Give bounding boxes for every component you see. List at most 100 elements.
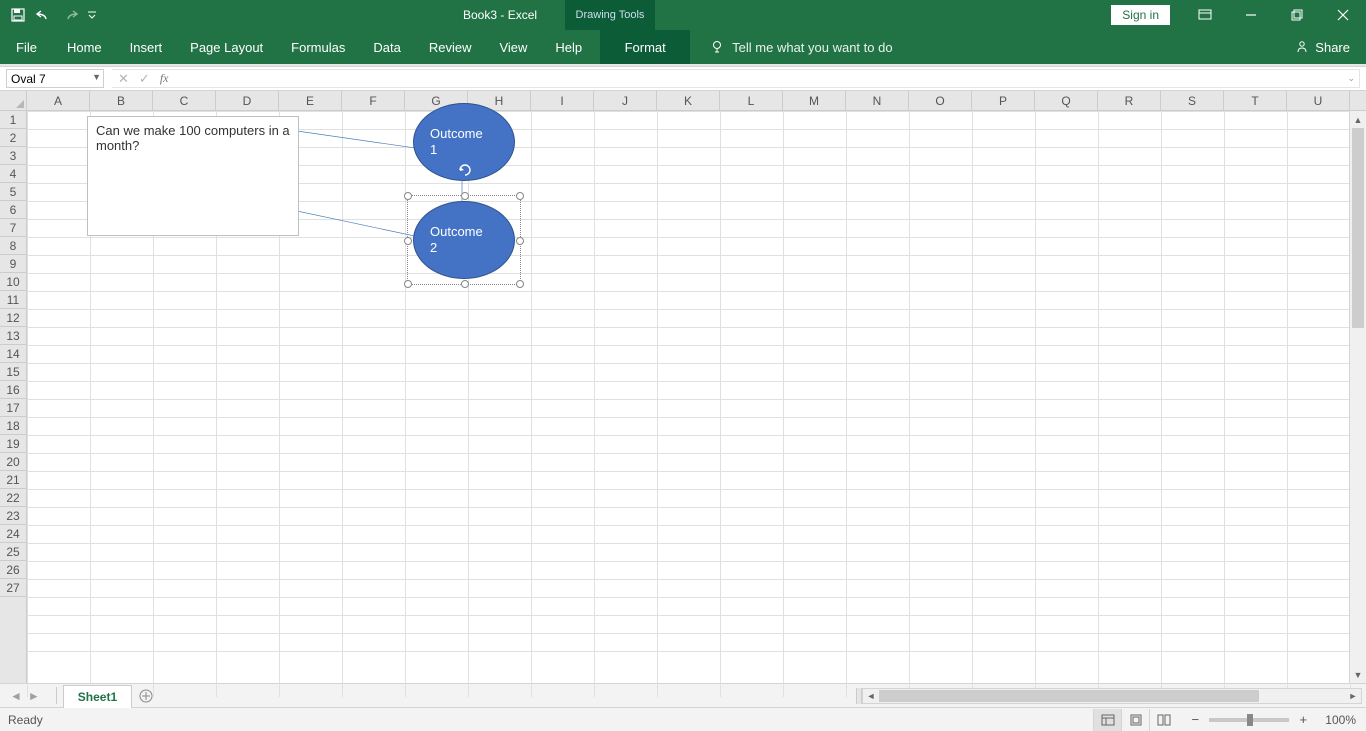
row-header-10[interactable]: 10 — [0, 273, 26, 291]
row-header-2[interactable]: 2 — [0, 129, 26, 147]
ribbon-display-options-button[interactable] — [1182, 0, 1228, 30]
row-header-27[interactable]: 27 — [0, 579, 26, 597]
oval-shape-1[interactable]: Outcome 1 — [413, 103, 515, 181]
sheet-nav-buttons[interactable]: ◄ ► — [0, 684, 50, 707]
scroll-down-arrow[interactable]: ▼ — [1350, 666, 1366, 683]
row-header-14[interactable]: 14 — [0, 345, 26, 363]
share-button[interactable]: Share — [1279, 30, 1366, 64]
tab-insert[interactable]: Insert — [116, 30, 177, 64]
zoom-slider-knob[interactable] — [1247, 714, 1253, 726]
row-header-26[interactable]: 26 — [0, 561, 26, 579]
tab-page-layout[interactable]: Page Layout — [176, 30, 277, 64]
row-header-19[interactable]: 19 — [0, 435, 26, 453]
name-box-dropdown-icon[interactable]: ▼ — [92, 72, 101, 82]
zoom-level[interactable]: 100% — [1325, 713, 1356, 727]
column-headers[interactable]: ABCDEFGHIJKLMNOPQRSTU — [0, 91, 1366, 111]
enter-icon[interactable]: ✓ — [139, 71, 150, 87]
vertical-scrollbar[interactable]: ▲ ▼ — [1349, 111, 1366, 683]
column-header-E[interactable]: E — [279, 91, 342, 110]
horizontal-scrollbar[interactable]: ◄ ► — [862, 688, 1362, 704]
row-header-24[interactable]: 24 — [0, 525, 26, 543]
column-header-F[interactable]: F — [342, 91, 405, 110]
row-header-7[interactable]: 7 — [0, 219, 26, 237]
column-header-R[interactable]: R — [1098, 91, 1161, 110]
vertical-scroll-thumb[interactable] — [1352, 128, 1364, 328]
sheet-nav-prev-icon[interactable]: ◄ — [10, 689, 22, 703]
undo-button[interactable] — [32, 3, 56, 27]
column-header-J[interactable]: J — [594, 91, 657, 110]
name-box[interactable]: Oval 7 ▼ — [6, 69, 104, 88]
tab-formulas[interactable]: Formulas — [277, 30, 359, 64]
row-header-9[interactable]: 9 — [0, 255, 26, 273]
tab-home[interactable]: Home — [53, 30, 116, 64]
column-header-A[interactable]: A — [27, 91, 90, 110]
sheet-nav-next-icon[interactable]: ► — [28, 689, 40, 703]
save-button[interactable] — [6, 3, 30, 27]
row-header-13[interactable]: 13 — [0, 327, 26, 345]
column-header-Q[interactable]: Q — [1035, 91, 1098, 110]
horizontal-scroll-thumb[interactable] — [879, 690, 1259, 702]
select-all-corner[interactable] — [0, 91, 27, 111]
formula-input[interactable]: ⌄ — [174, 69, 1360, 88]
cancel-icon[interactable]: ✕ — [118, 71, 129, 87]
column-header-O[interactable]: O — [909, 91, 972, 110]
sign-in-button[interactable]: Sign in — [1111, 5, 1170, 25]
resize-handle-se[interactable] — [516, 280, 524, 288]
page-layout-view-button[interactable] — [1121, 709, 1149, 731]
close-button[interactable] — [1320, 0, 1366, 30]
cells-area[interactable]: Can we make 100 computers in a month? Ou… — [27, 111, 1366, 683]
maximize-button[interactable] — [1274, 0, 1320, 30]
resize-handle-e[interactable] — [516, 237, 524, 245]
row-header-6[interactable]: 6 — [0, 201, 26, 219]
column-header-C[interactable]: C — [153, 91, 216, 110]
zoom-out-button[interactable]: − — [1187, 712, 1203, 727]
row-header-11[interactable]: 11 — [0, 291, 26, 309]
sheet-tab-active[interactable]: Sheet1 — [63, 685, 132, 708]
column-header-U[interactable]: U — [1287, 91, 1350, 110]
new-sheet-button[interactable] — [132, 684, 160, 707]
scroll-right-arrow[interactable]: ► — [1345, 691, 1361, 701]
minimize-button[interactable] — [1228, 0, 1274, 30]
row-header-1[interactable]: 1 — [0, 111, 26, 129]
column-header-N[interactable]: N — [846, 91, 909, 110]
tab-review[interactable]: Review — [415, 30, 486, 64]
zoom-slider[interactable] — [1209, 718, 1289, 722]
formula-bar-expand-icon[interactable]: ⌄ — [1347, 73, 1355, 84]
tab-help[interactable]: Help — [541, 30, 596, 64]
column-header-P[interactable]: P — [972, 91, 1035, 110]
row-header-15[interactable]: 15 — [0, 363, 26, 381]
insert-function-button[interactable]: fx — [160, 71, 169, 86]
row-header-5[interactable]: 5 — [0, 183, 26, 201]
row-headers[interactable]: 1234567891011121314151617181920212223242… — [0, 111, 27, 683]
column-header-M[interactable]: M — [783, 91, 846, 110]
tab-view[interactable]: View — [485, 30, 541, 64]
qat-customize-button[interactable] — [84, 3, 100, 27]
tab-file[interactable]: File — [0, 30, 53, 64]
row-header-8[interactable]: 8 — [0, 237, 26, 255]
row-header-23[interactable]: 23 — [0, 507, 26, 525]
row-header-17[interactable]: 17 — [0, 399, 26, 417]
tell-me-search[interactable]: Tell me what you want to do — [710, 30, 892, 64]
column-header-S[interactable]: S — [1161, 91, 1224, 110]
column-header-D[interactable]: D — [216, 91, 279, 110]
column-header-L[interactable]: L — [720, 91, 783, 110]
redo-button[interactable] — [58, 3, 82, 27]
tab-format[interactable]: Format — [600, 30, 690, 64]
zoom-in-button[interactable]: + — [1295, 712, 1311, 727]
row-header-3[interactable]: 3 — [0, 147, 26, 165]
page-break-view-button[interactable] — [1149, 709, 1177, 731]
row-header-20[interactable]: 20 — [0, 453, 26, 471]
column-header-B[interactable]: B — [90, 91, 153, 110]
scroll-up-arrow[interactable]: ▲ — [1350, 111, 1366, 128]
resize-handle-ne[interactable] — [516, 192, 524, 200]
textbox-shape[interactable]: Can we make 100 computers in a month? — [87, 116, 299, 236]
row-header-16[interactable]: 16 — [0, 381, 26, 399]
tab-data[interactable]: Data — [359, 30, 414, 64]
row-header-25[interactable]: 25 — [0, 543, 26, 561]
row-header-18[interactable]: 18 — [0, 417, 26, 435]
scroll-left-arrow[interactable]: ◄ — [863, 691, 879, 701]
column-header-I[interactable]: I — [531, 91, 594, 110]
worksheet-grid[interactable]: ABCDEFGHIJKLMNOPQRSTU 123456789101112131… — [0, 91, 1366, 683]
column-header-T[interactable]: T — [1224, 91, 1287, 110]
normal-view-button[interactable] — [1093, 709, 1121, 731]
